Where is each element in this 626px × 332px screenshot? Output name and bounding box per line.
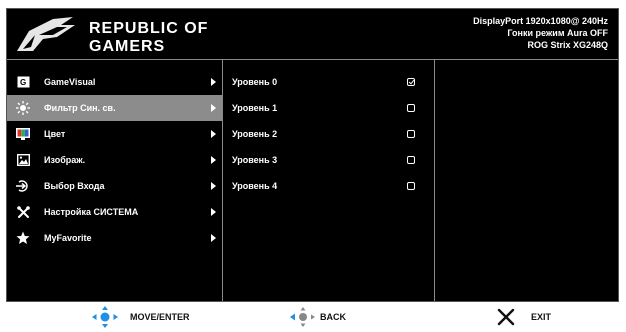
logo-text-1: REPUBLIC OF bbox=[89, 20, 208, 37]
option-label: Уровень 1 bbox=[232, 103, 278, 113]
osd-window: REPUBLIC OF GAMERS DisplayPort 1920x1080… bbox=[0, 0, 626, 332]
checkbox-icon[interactable] bbox=[407, 130, 415, 138]
submenu-blue-light-levels: Уровень 0 Уровень 1 Уровень 2 Уровень 3 … bbox=[223, 59, 435, 301]
gamevisual-icon: G bbox=[16, 75, 30, 89]
chevron-right-icon bbox=[211, 182, 216, 190]
checkbox-icon[interactable] bbox=[407, 182, 415, 190]
menu-item-gamevisual[interactable]: G GameVisual bbox=[7, 69, 222, 95]
status-mode: Гонки режим Aura OFF bbox=[507, 28, 608, 38]
back-label: BACK bbox=[320, 312, 346, 322]
back-hint[interactable]: BACK bbox=[290, 302, 346, 332]
menu-item-label: Настройка СИСТЕМА bbox=[44, 207, 139, 217]
option-label: Уровень 2 bbox=[232, 129, 278, 139]
option-label: Уровень 0 bbox=[232, 77, 278, 87]
menu-item-label: Изображ. bbox=[44, 155, 86, 165]
menu-item-myfavorite[interactable]: MyFavorite bbox=[7, 225, 222, 251]
footer-hints: MOVE/ENTER BACK EXIT bbox=[0, 302, 626, 332]
header: REPUBLIC OF GAMERS DisplayPort 1920x1080… bbox=[7, 9, 618, 59]
main-menu: G GameVisual Фильтр Син. св. Цвет Изобра… bbox=[7, 59, 223, 301]
option-level-1[interactable]: Уровень 1 bbox=[223, 95, 434, 121]
logo-text-2: GAMERS bbox=[89, 38, 165, 55]
option-level-2[interactable]: Уровень 2 bbox=[223, 121, 434, 147]
menu-item-input-select[interactable]: Выбор Входа bbox=[7, 173, 222, 199]
five-way-nav-icon bbox=[92, 306, 118, 328]
exit-hint[interactable]: EXIT bbox=[497, 302, 551, 332]
menu-item-blue-light-filter[interactable]: Фильтр Син. св. bbox=[7, 95, 222, 121]
chevron-right-icon bbox=[211, 156, 216, 164]
chevron-right-icon bbox=[211, 78, 216, 86]
svg-text:G: G bbox=[20, 78, 26, 87]
checkbox-icon[interactable] bbox=[407, 104, 415, 112]
color-icon bbox=[16, 127, 30, 141]
menu-item-label: MyFavorite bbox=[44, 233, 92, 243]
star-icon bbox=[16, 231, 30, 245]
menu-item-system-setup[interactable]: Настройка СИСТЕМА bbox=[7, 199, 222, 225]
image-icon bbox=[16, 153, 30, 167]
close-icon bbox=[497, 308, 515, 326]
checkbox-checked-icon[interactable] bbox=[407, 78, 415, 86]
input-icon bbox=[16, 179, 30, 193]
option-level-3[interactable]: Уровень 3 bbox=[223, 147, 434, 173]
checkbox-icon[interactable] bbox=[407, 156, 415, 164]
exit-label: EXIT bbox=[531, 312, 552, 322]
chevron-right-icon bbox=[211, 208, 216, 216]
chevron-right-icon bbox=[211, 104, 216, 112]
chevron-right-icon bbox=[211, 234, 216, 242]
wrench-icon bbox=[16, 205, 30, 219]
menu-item-label: Цвет bbox=[44, 129, 66, 139]
back-nav-icon bbox=[290, 306, 316, 328]
detail-panel bbox=[435, 59, 618, 301]
menu-item-label: GameVisual bbox=[44, 77, 96, 87]
status-model: ROG Strix XG248Q bbox=[527, 40, 608, 50]
option-level-4[interactable]: Уровень 4 bbox=[223, 173, 434, 199]
blue-light-icon bbox=[16, 101, 30, 115]
status-info: DisplayPort 1920x1080@ 240Hz Гонки режим… bbox=[473, 15, 608, 51]
move-enter-hint[interactable]: MOVE/ENTER bbox=[92, 302, 190, 332]
option-label: Уровень 3 bbox=[232, 155, 278, 165]
menu-grid: G GameVisual Фильтр Син. св. Цвет Изобра… bbox=[7, 59, 618, 301]
menu-item-label: Фильтр Син. св. bbox=[44, 103, 116, 113]
option-level-0[interactable]: Уровень 0 bbox=[223, 69, 434, 95]
move-enter-label: MOVE/ENTER bbox=[130, 312, 190, 322]
osd-screen: REPUBLIC OF GAMERS DisplayPort 1920x1080… bbox=[6, 8, 619, 302]
menu-item-image[interactable]: Изображ. bbox=[7, 147, 222, 173]
menu-item-color[interactable]: Цвет bbox=[7, 121, 222, 147]
rog-logo: REPUBLIC OF GAMERS bbox=[13, 13, 253, 55]
option-label: Уровень 4 bbox=[232, 181, 278, 191]
menu-item-label: Выбор Входа bbox=[44, 181, 105, 191]
chevron-right-icon bbox=[211, 130, 216, 138]
status-signal: DisplayPort 1920x1080@ 240Hz bbox=[473, 16, 608, 26]
